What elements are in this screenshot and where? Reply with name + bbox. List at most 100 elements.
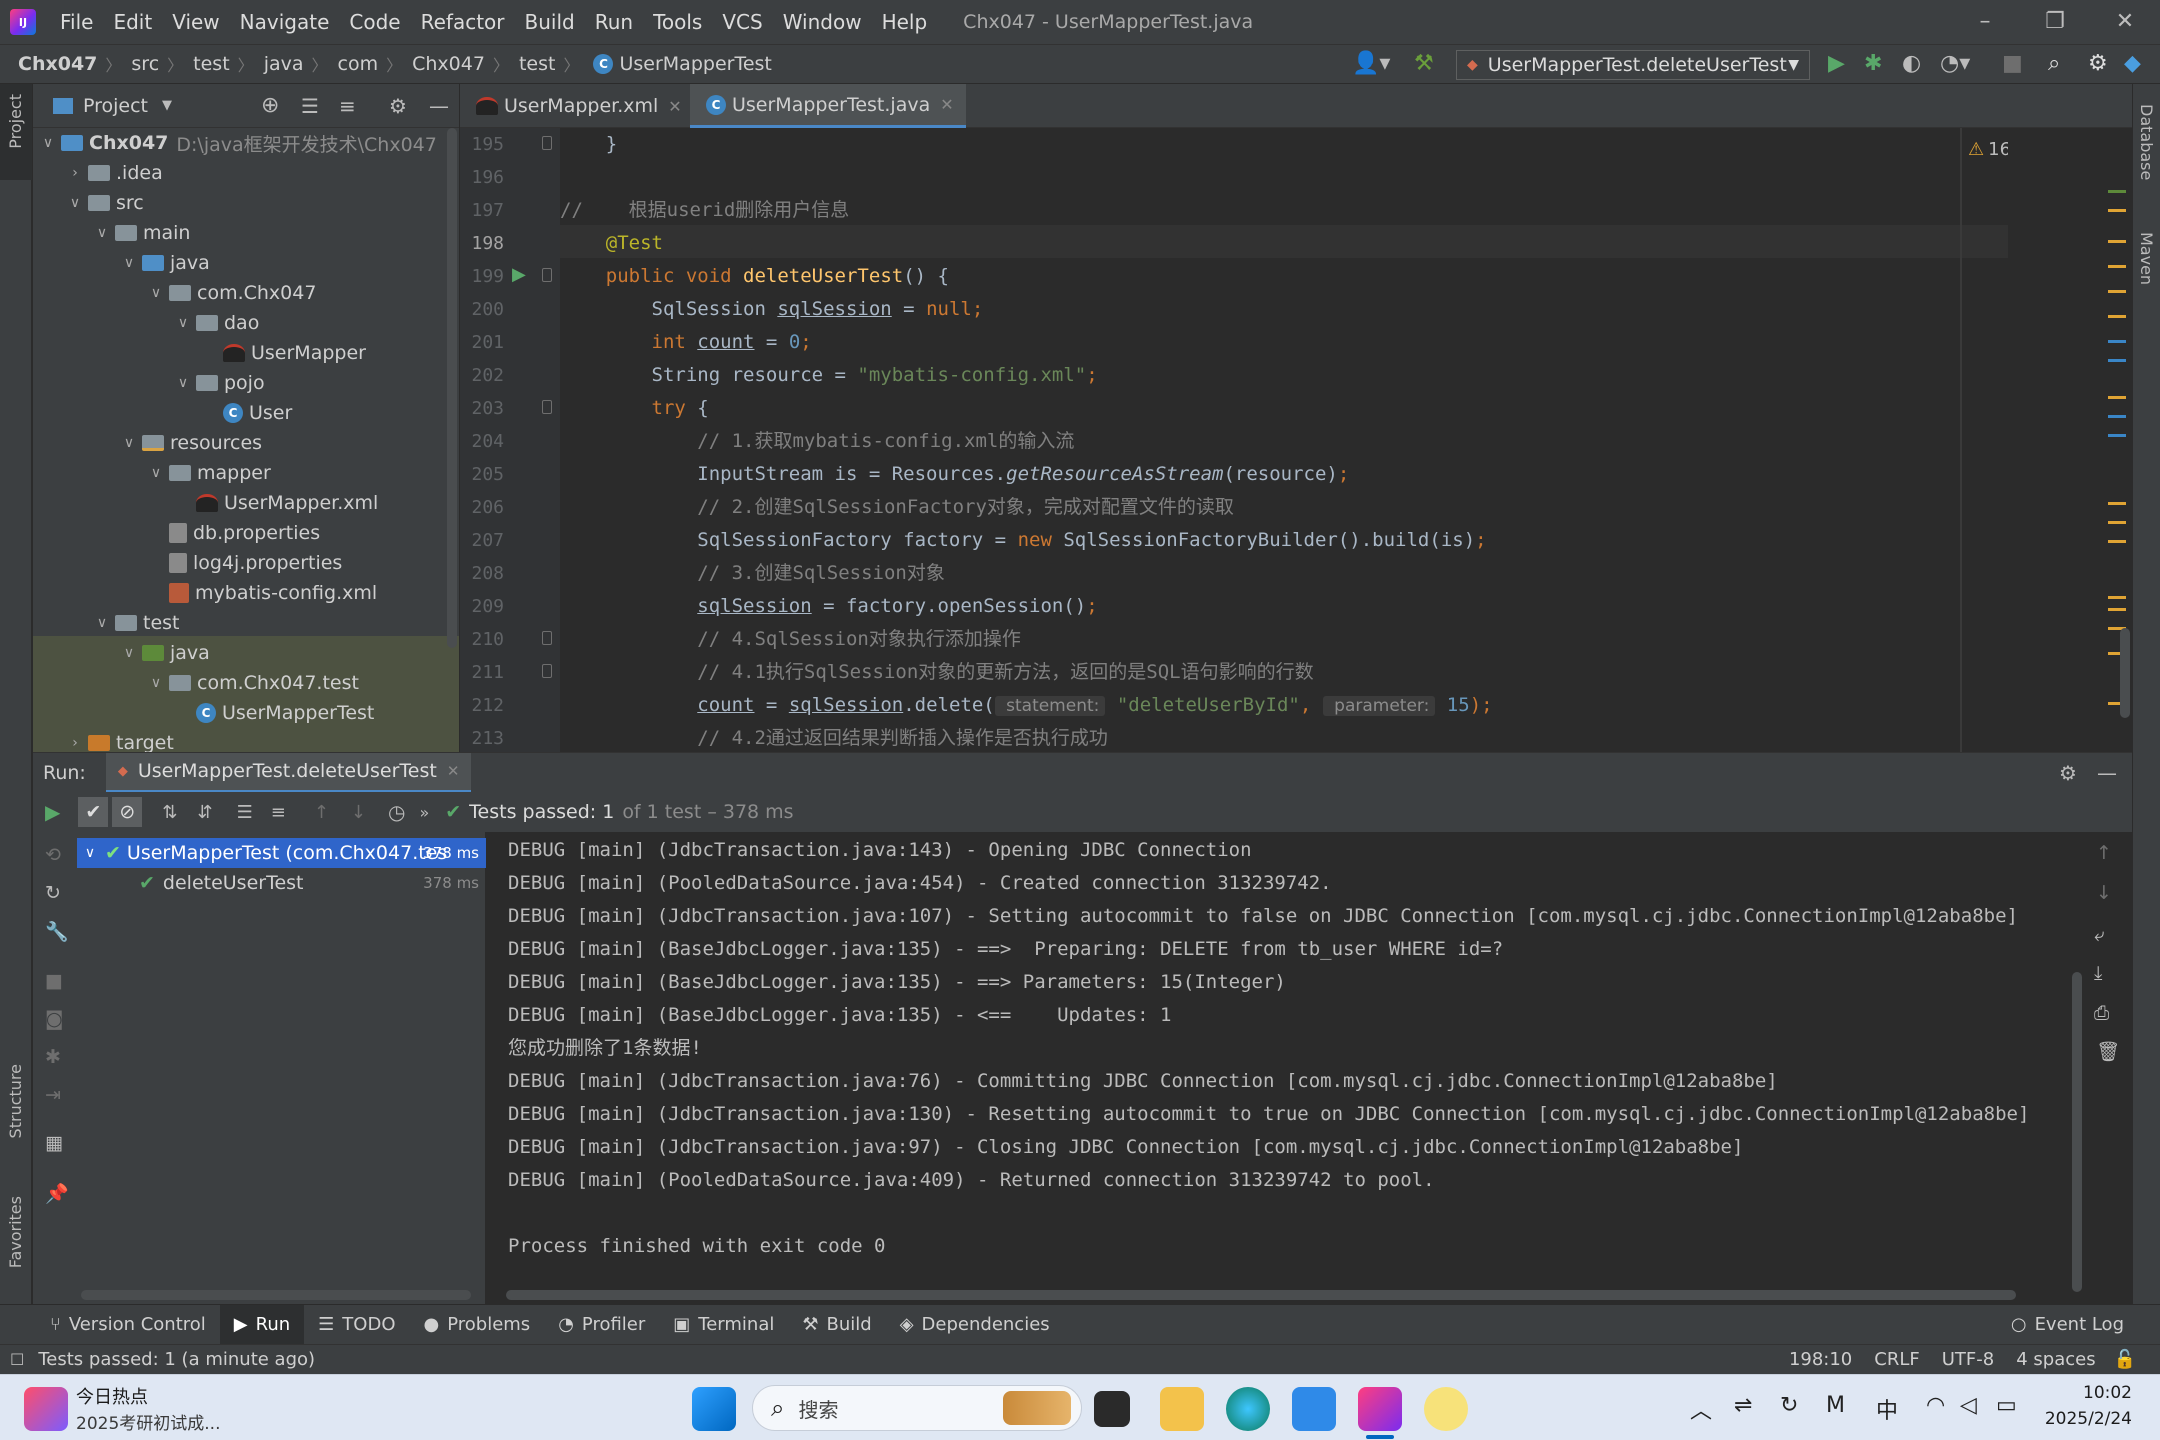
user-icon[interactable]: 👤▾: [1352, 51, 1390, 76]
volume-icon[interactable]: ◁: [1960, 1393, 1977, 1418]
history-icon[interactable]: ◷: [388, 800, 405, 824]
toggle-auto-test-icon[interactable]: ⟲: [45, 844, 61, 866]
menu-help[interactable]: Help: [872, 10, 938, 34]
error-stripe-marker[interactable]: [2108, 190, 2126, 194]
crumb-java[interactable]: java: [264, 53, 304, 75]
project-tree-item[interactable]: › .idea: [66, 158, 163, 188]
fold-marker-icon[interactable]: [542, 268, 552, 282]
project-tree-item[interactable]: ∨ main: [93, 218, 191, 248]
sort-alpha-icon[interactable]: ⇅: [162, 802, 177, 823]
fold-marker-icon[interactable]: [542, 400, 552, 414]
menu-tools[interactable]: Tools: [643, 10, 712, 34]
tab-run[interactable]: ▶ Run: [219, 1304, 305, 1345]
error-stripe-marker[interactable]: [2108, 240, 2126, 244]
project-panel-title[interactable]: Project: [83, 95, 148, 117]
pin-icon[interactable]: 📌: [45, 1182, 69, 1205]
show-ignored-icon[interactable]: ⊘: [112, 797, 143, 827]
restore-button[interactable]: ❐: [2020, 0, 2090, 44]
file-encoding[interactable]: UTF-8: [1942, 1349, 1994, 1370]
favorites-tool-tab[interactable]: Favorites: [6, 1196, 25, 1268]
soft-wrap-icon[interactable]: ⤶: [2094, 924, 2105, 946]
project-tree-item[interactable]: ∨ test: [93, 608, 180, 638]
project-tree-item[interactable]: mybatis-config.xml: [147, 578, 377, 608]
app-icon[interactable]: [1292, 1387, 1336, 1431]
close-window-button[interactable]: ✕: [2090, 0, 2160, 44]
vertical-scrollbar[interactable]: [2072, 972, 2082, 1292]
chevron-down-icon[interactable]: ∨: [147, 465, 165, 481]
ime-indicator[interactable]: 中: [1876, 1393, 1898, 1425]
close-icon[interactable]: ✕: [447, 762, 460, 780]
crumb-class[interactable]: UserMapperTest: [619, 53, 771, 75]
scroll-up-icon[interactable]: ↑: [2096, 842, 2112, 864]
error-stripe-marker[interactable]: [2108, 596, 2126, 599]
menu-view[interactable]: View: [162, 10, 229, 34]
caret-position[interactable]: 198:10: [1789, 1349, 1852, 1370]
crumb-test[interactable]: test: [193, 53, 230, 75]
tab-terminal[interactable]: ▣ Terminal: [659, 1305, 788, 1345]
project-tree-item[interactable]: UserMapper: [201, 338, 366, 368]
clock-time[interactable]: 10:02: [2048, 1383, 2132, 1403]
close-icon[interactable]: ✕: [940, 95, 953, 114]
project-tree-item[interactable]: log4j.properties: [147, 548, 342, 578]
error-stripe-marker[interactable]: [2108, 340, 2126, 344]
project-tree-item[interactable]: ∨ src: [66, 188, 144, 218]
stop-icon[interactable]: ■: [2002, 51, 2023, 76]
news-title[interactable]: 今日热点: [76, 1383, 148, 1409]
fold-marker-icon[interactable]: [542, 136, 552, 150]
tab-dependencies[interactable]: ◈ Dependencies: [886, 1305, 1064, 1345]
project-tree-item[interactable]: ∨ com.Chx047.test: [147, 668, 359, 698]
project-tree-item[interactable]: ∨ com.Chx047: [147, 278, 317, 308]
error-stripe-marker[interactable]: [2108, 290, 2126, 294]
hide-icon[interactable]: —: [2097, 761, 2117, 785]
run-test-gutter-icon[interactable]: ▶: [512, 264, 526, 285]
chevron-down-icon[interactable]: ∨: [174, 375, 192, 391]
wrench-icon[interactable]: 🔧: [45, 920, 69, 943]
gear-icon[interactable]: ⚙: [2088, 51, 2108, 76]
chevron-down-icon[interactable]: ∨: [120, 255, 138, 271]
menu-navigate[interactable]: Navigate: [230, 10, 340, 34]
news-widget-icon[interactable]: [24, 1387, 68, 1431]
tab-profiler[interactable]: ◔ Profiler: [544, 1305, 659, 1345]
chevron-down-icon[interactable]: ∨: [93, 225, 111, 241]
show-passed-icon[interactable]: ✔: [78, 797, 109, 827]
scroll-down-icon[interactable]: ↓: [2096, 882, 2112, 904]
menu-refactor[interactable]: Refactor: [411, 10, 515, 34]
news-subtitle[interactable]: 2025考研初试成...: [76, 1409, 220, 1434]
edge-browser-icon[interactable]: [1226, 1387, 1270, 1431]
file-explorer-icon[interactable]: [1160, 1387, 1204, 1431]
maven-tool-tab[interactable]: Maven: [2137, 232, 2156, 285]
chevron-down-icon[interactable]: ∨: [39, 135, 57, 151]
menu-build[interactable]: Build: [515, 10, 585, 34]
menu-edit[interactable]: Edit: [103, 10, 162, 34]
app-icon[interactable]: [1424, 1387, 1468, 1431]
wifi-icon[interactable]: ◠: [1926, 1393, 1945, 1418]
more-icon[interactable]: »: [419, 803, 429, 822]
vertical-scrollbar[interactable]: [2120, 628, 2130, 718]
rerun-failed-icon[interactable]: ↻: [45, 882, 61, 904]
crumb-test-pkg[interactable]: test: [519, 53, 556, 75]
expand-all-icon[interactable]: ☰: [237, 802, 253, 823]
tab-todo[interactable]: ☰ TODO: [304, 1305, 409, 1345]
project-tree-item[interactable]: C UserMapperTest: [174, 698, 374, 728]
search-icon[interactable]: ⌕: [2048, 51, 2060, 76]
stop-icon[interactable]: ■: [45, 970, 63, 992]
jetbrains-toolbox-icon[interactable]: ◆: [2124, 51, 2141, 76]
project-tree-item[interactable]: UserMapper.xml: [174, 488, 378, 518]
menu-vcs[interactable]: VCS: [712, 10, 772, 34]
next-failed-icon[interactable]: ↓: [351, 802, 366, 823]
scroll-to-end-icon[interactable]: ⤓: [2094, 962, 2102, 984]
camera-icon[interactable]: ◙: [45, 1008, 63, 1030]
tab-build[interactable]: ⚒ Build: [788, 1305, 885, 1345]
task-view-icon[interactable]: [1094, 1391, 1130, 1427]
error-stripe-marker[interactable]: [2108, 608, 2126, 612]
intellij-taskbar-icon[interactable]: [1358, 1387, 1402, 1431]
minimize-button[interactable]: –: [1950, 0, 2020, 44]
error-stripe-marker[interactable]: [2108, 265, 2126, 269]
tab-problems[interactable]: ● Problems: [410, 1305, 545, 1345]
run-icon[interactable]: ▶: [1828, 51, 1845, 76]
chevron-down-icon[interactable]: ∨: [147, 285, 165, 301]
tab-usermappertest-java[interactable]: C UserMapperTest.java ✕: [690, 84, 966, 128]
structure-tool-tab[interactable]: Structure: [6, 1064, 25, 1138]
error-stripe-marker[interactable]: [2108, 315, 2126, 319]
project-tree-item[interactable]: ∨ mapper: [147, 458, 271, 488]
